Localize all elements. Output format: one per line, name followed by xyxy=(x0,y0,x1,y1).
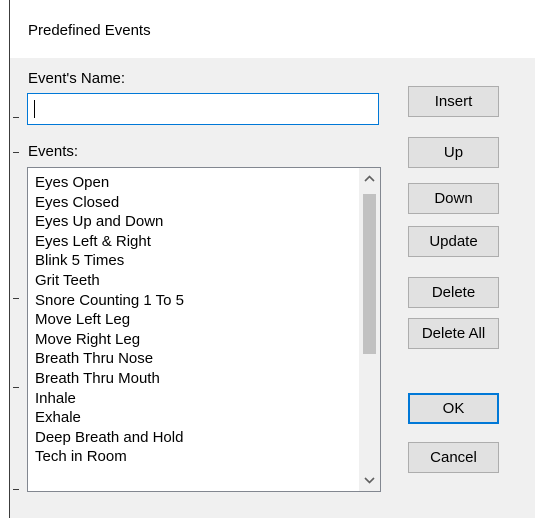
screen: Predefined Events Event's Name: Events: … xyxy=(0,0,535,518)
scroll-down-button[interactable] xyxy=(359,470,380,491)
edge-tick xyxy=(13,152,19,153)
edge-tick xyxy=(13,489,19,490)
events-list-item[interactable]: Blink 5 Times xyxy=(35,251,359,271)
scroll-thumb[interactable] xyxy=(363,194,376,354)
events-list-item[interactable]: Eyes Up and Down xyxy=(35,212,359,232)
events-list-item[interactable]: Snore Counting 1 To 5 xyxy=(35,291,359,311)
events-list-item[interactable]: Eyes Open xyxy=(35,173,359,193)
ok-button[interactable]: OK xyxy=(408,393,499,424)
events-list-item[interactable]: Breath Thru Nose xyxy=(35,349,359,369)
events-scrollbar[interactable] xyxy=(359,168,380,491)
events-list-item[interactable]: Move Left Leg xyxy=(35,310,359,330)
event-name-label: Event's Name: xyxy=(28,70,126,87)
edge-tick xyxy=(13,387,19,388)
down-button[interactable]: Down xyxy=(408,183,499,214)
cancel-button[interactable]: Cancel xyxy=(408,442,499,473)
dialog-title-bar: Predefined Events xyxy=(10,0,535,58)
update-button[interactable]: Update xyxy=(408,226,499,257)
events-list-item[interactable]: Deep Breath and Hold xyxy=(35,428,359,448)
scroll-up-button[interactable] xyxy=(359,168,380,189)
dialog-title: Predefined Events xyxy=(28,22,151,39)
events-list-item[interactable]: Inhale xyxy=(35,389,359,409)
events-list-item[interactable]: Grit Teeth xyxy=(35,271,359,291)
events-list-item[interactable]: Eyes Left & Right xyxy=(35,232,359,252)
predefined-events-dialog: Predefined Events Event's Name: Events: … xyxy=(9,0,535,518)
events-list-item[interactable]: Exhale xyxy=(35,408,359,428)
text-caret xyxy=(34,100,35,118)
edge-tick xyxy=(13,298,19,299)
delete-all-button[interactable]: Delete All xyxy=(408,318,499,349)
edge-tick xyxy=(13,117,19,118)
up-button[interactable]: Up xyxy=(408,137,499,168)
events-label: Events: xyxy=(28,143,79,160)
chevron-up-icon xyxy=(364,175,375,182)
events-list: Eyes Open Eyes Closed Eyes Up and Down Eyes… xyxy=(28,168,359,491)
events-list-item[interactable]: Breath Thru Mouth xyxy=(35,369,359,389)
events-list-item[interactable]: Move Right Leg xyxy=(35,330,359,350)
delete-button[interactable]: Delete xyxy=(408,277,499,308)
events-list-item[interactable]: Eyes Closed xyxy=(35,193,359,213)
insert-button[interactable]: Insert xyxy=(408,86,499,117)
events-list-item[interactable]: Tech in Room xyxy=(35,447,359,467)
chevron-down-icon xyxy=(364,477,375,484)
event-name-input[interactable] xyxy=(27,93,379,125)
events-listbox[interactable]: Eyes Open Eyes Closed Eyes Up and Down Eyes… xyxy=(27,167,381,492)
